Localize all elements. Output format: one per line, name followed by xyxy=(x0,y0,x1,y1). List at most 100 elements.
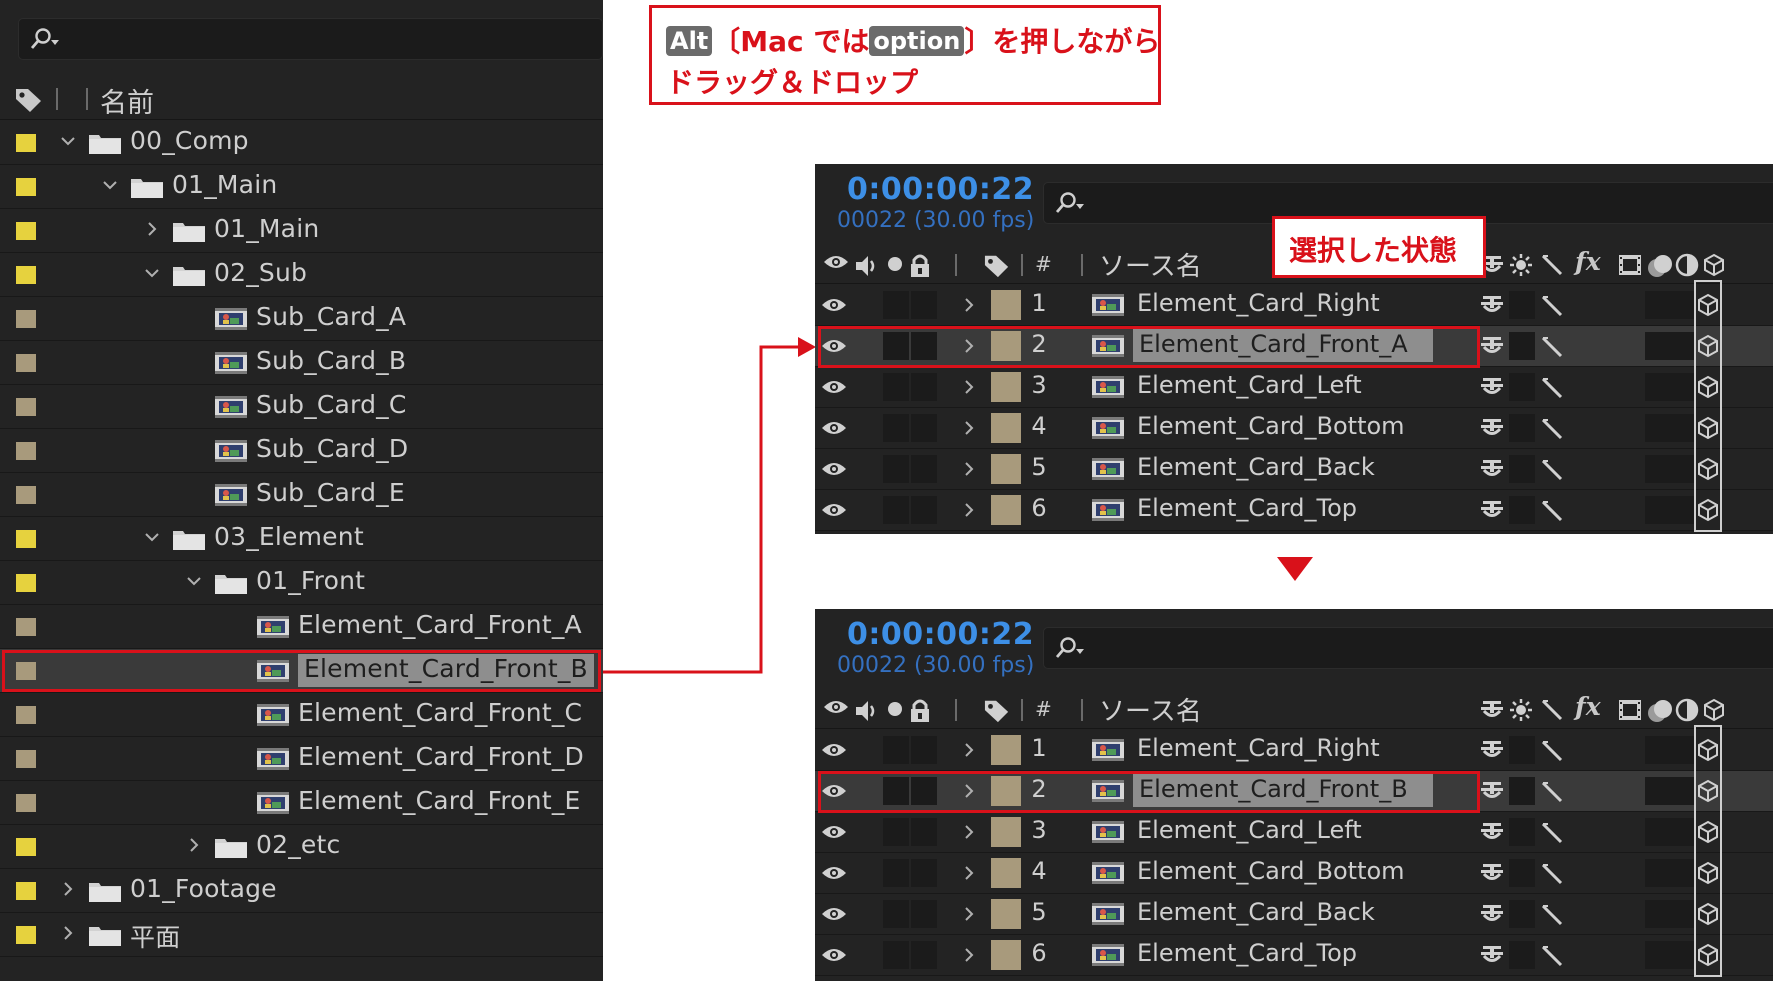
layer-name[interactable]: Element_Card_Front_B xyxy=(1133,773,1433,807)
layer-switch-cell[interactable] xyxy=(883,496,909,524)
layer-switch-cell[interactable] xyxy=(1669,291,1695,319)
layer-switch-cell[interactable] xyxy=(1645,818,1671,846)
label-tag-icon[interactable] xyxy=(983,253,1011,283)
layer-switch-cell[interactable] xyxy=(1669,777,1695,805)
layer-switch-cell[interactable] xyxy=(911,818,937,846)
collapse-switch-cell[interactable] xyxy=(1509,414,1535,442)
folder-row[interactable]: 03_Element xyxy=(0,517,603,561)
chevron-down-icon[interactable] xyxy=(186,573,202,589)
solo-dot-icon[interactable] xyxy=(885,253,905,277)
shy-switch-icon[interactable] xyxy=(1479,416,1505,444)
layer-switch-cell[interactable] xyxy=(911,900,937,928)
layer-row[interactable]: 5 Element_Card_Back xyxy=(815,449,1773,490)
visibility-eye-icon[interactable] xyxy=(821,460,847,482)
layer-row[interactable]: 6 Element_Card_Top xyxy=(815,490,1773,531)
label-color-swatch[interactable] xyxy=(16,838,36,856)
folder-row[interactable]: 01_Front xyxy=(0,561,603,605)
layer-name[interactable]: Element_Card_Left xyxy=(1137,371,1362,399)
collapse-switch-cell[interactable] xyxy=(1509,777,1535,805)
label-color-swatch[interactable] xyxy=(16,398,36,416)
collapse-switch-cell[interactable] xyxy=(1509,373,1535,401)
layer-switch-cell[interactable] xyxy=(911,373,937,401)
layer-switch-cell[interactable] xyxy=(1669,373,1695,401)
layer-switch-cell[interactable] xyxy=(1669,818,1695,846)
3d-layer-cube-icon[interactable] xyxy=(1703,253,1725,281)
quality-slash-icon[interactable] xyxy=(1539,944,1565,972)
visibility-eye-icon[interactable] xyxy=(821,378,847,400)
shy-switch-icon[interactable] xyxy=(1479,779,1505,807)
visibility-eye-icon[interactable] xyxy=(821,419,847,441)
chevron-right-icon[interactable] xyxy=(60,881,76,897)
label-color-swatch[interactable] xyxy=(16,486,36,504)
layer-switch-cell[interactable] xyxy=(1645,332,1671,360)
layer-switch-cell[interactable] xyxy=(1669,859,1695,887)
label-color-swatch[interactable] xyxy=(16,574,36,592)
adjustment-layer-icon[interactable] xyxy=(1675,698,1699,726)
shy-switch-icon[interactable] xyxy=(1479,293,1505,321)
visibility-eye-icon[interactable] xyxy=(821,823,847,845)
chevron-right-icon[interactable] xyxy=(963,502,975,522)
label-tag-icon[interactable] xyxy=(14,86,44,114)
frame-blend-film-icon[interactable] xyxy=(1617,698,1643,726)
collapse-switch-cell[interactable] xyxy=(1509,818,1535,846)
adjustment-layer-icon[interactable] xyxy=(1675,253,1699,281)
frame-blend-film-icon[interactable] xyxy=(1617,253,1643,281)
layer-switch-cell[interactable] xyxy=(883,859,909,887)
quality-slash-icon[interactable] xyxy=(1539,335,1565,363)
layer-switch-cell[interactable] xyxy=(1669,941,1695,969)
chevron-right-icon[interactable] xyxy=(963,947,975,967)
3d-layer-cube-icon[interactable] xyxy=(1697,943,1719,971)
column-divider[interactable] xyxy=(955,699,957,721)
quality-slash-icon[interactable] xyxy=(1539,780,1565,808)
collapse-switch-cell[interactable] xyxy=(1509,900,1535,928)
folder-row[interactable]: 02_Sub xyxy=(0,253,603,297)
layer-name[interactable]: Element_Card_Back xyxy=(1137,453,1375,481)
label-color-swatch[interactable] xyxy=(16,354,36,372)
layer-switch-cell[interactable] xyxy=(911,777,937,805)
label-color-swatch[interactable] xyxy=(991,290,1021,320)
folder-row[interactable]: 01_Footage xyxy=(0,869,603,913)
folder-row[interactable]: 00_Comp xyxy=(0,121,603,165)
composition-row[interactable]: Element_Card_Front_A xyxy=(0,605,603,649)
layer-switch-cell[interactable] xyxy=(1645,496,1671,524)
layer-row[interactable]: 2 Element_Card_Front_B xyxy=(815,771,1773,812)
composition-row[interactable]: Sub_Card_C xyxy=(0,385,603,429)
chevron-right-icon[interactable] xyxy=(963,865,975,885)
3d-layer-cube-icon[interactable] xyxy=(1697,457,1719,485)
chevron-right-icon[interactable] xyxy=(186,837,202,853)
layer-switch-cell[interactable] xyxy=(1645,736,1671,764)
collapse-sun-icon[interactable] xyxy=(1509,698,1533,726)
quality-slash-icon[interactable] xyxy=(1539,499,1565,527)
label-color-swatch[interactable] xyxy=(16,442,36,460)
shy-switch-icon[interactable] xyxy=(1479,943,1505,971)
chevron-right-icon[interactable] xyxy=(963,297,975,317)
label-color-swatch[interactable] xyxy=(991,495,1021,525)
quality-slash-icon[interactable] xyxy=(1539,739,1565,767)
project-search-input[interactable] xyxy=(18,18,603,60)
collapse-switch-cell[interactable] xyxy=(1509,941,1535,969)
chevron-right-icon[interactable] xyxy=(963,742,975,762)
3d-layer-cube-icon[interactable] xyxy=(1697,902,1719,930)
label-color-swatch[interactable] xyxy=(16,662,36,680)
shy-switch-icon[interactable] xyxy=(1479,375,1505,403)
label-color-swatch[interactable] xyxy=(991,372,1021,402)
layer-row[interactable]: 1 Element_Card_Right xyxy=(815,285,1773,326)
layer-switch-cell[interactable] xyxy=(883,941,909,969)
quality-slash-icon[interactable] xyxy=(1539,821,1565,849)
quality-slash-icon[interactable] xyxy=(1539,253,1565,281)
label-color-swatch[interactable] xyxy=(991,940,1021,970)
effects-fx-header[interactable]: fx xyxy=(1575,692,1601,721)
column-name-header[interactable]: 名前 xyxy=(100,81,154,120)
layer-name[interactable]: Element_Card_Bottom xyxy=(1137,857,1405,885)
layer-switch-cell[interactable] xyxy=(911,291,937,319)
layer-switch-cell[interactable] xyxy=(1645,900,1671,928)
layer-name[interactable]: Element_Card_Left xyxy=(1137,816,1362,844)
collapse-switch-cell[interactable] xyxy=(1509,859,1535,887)
quality-slash-icon[interactable] xyxy=(1539,294,1565,322)
column-divider[interactable] xyxy=(1021,254,1023,276)
layer-name[interactable]: Element_Card_Front_A xyxy=(1133,328,1433,362)
chevron-right-icon[interactable] xyxy=(963,420,975,440)
label-color-swatch[interactable] xyxy=(991,454,1021,484)
composition-row[interactable]: Sub_Card_D xyxy=(0,429,603,473)
shy-switch-icon[interactable] xyxy=(1479,820,1505,848)
